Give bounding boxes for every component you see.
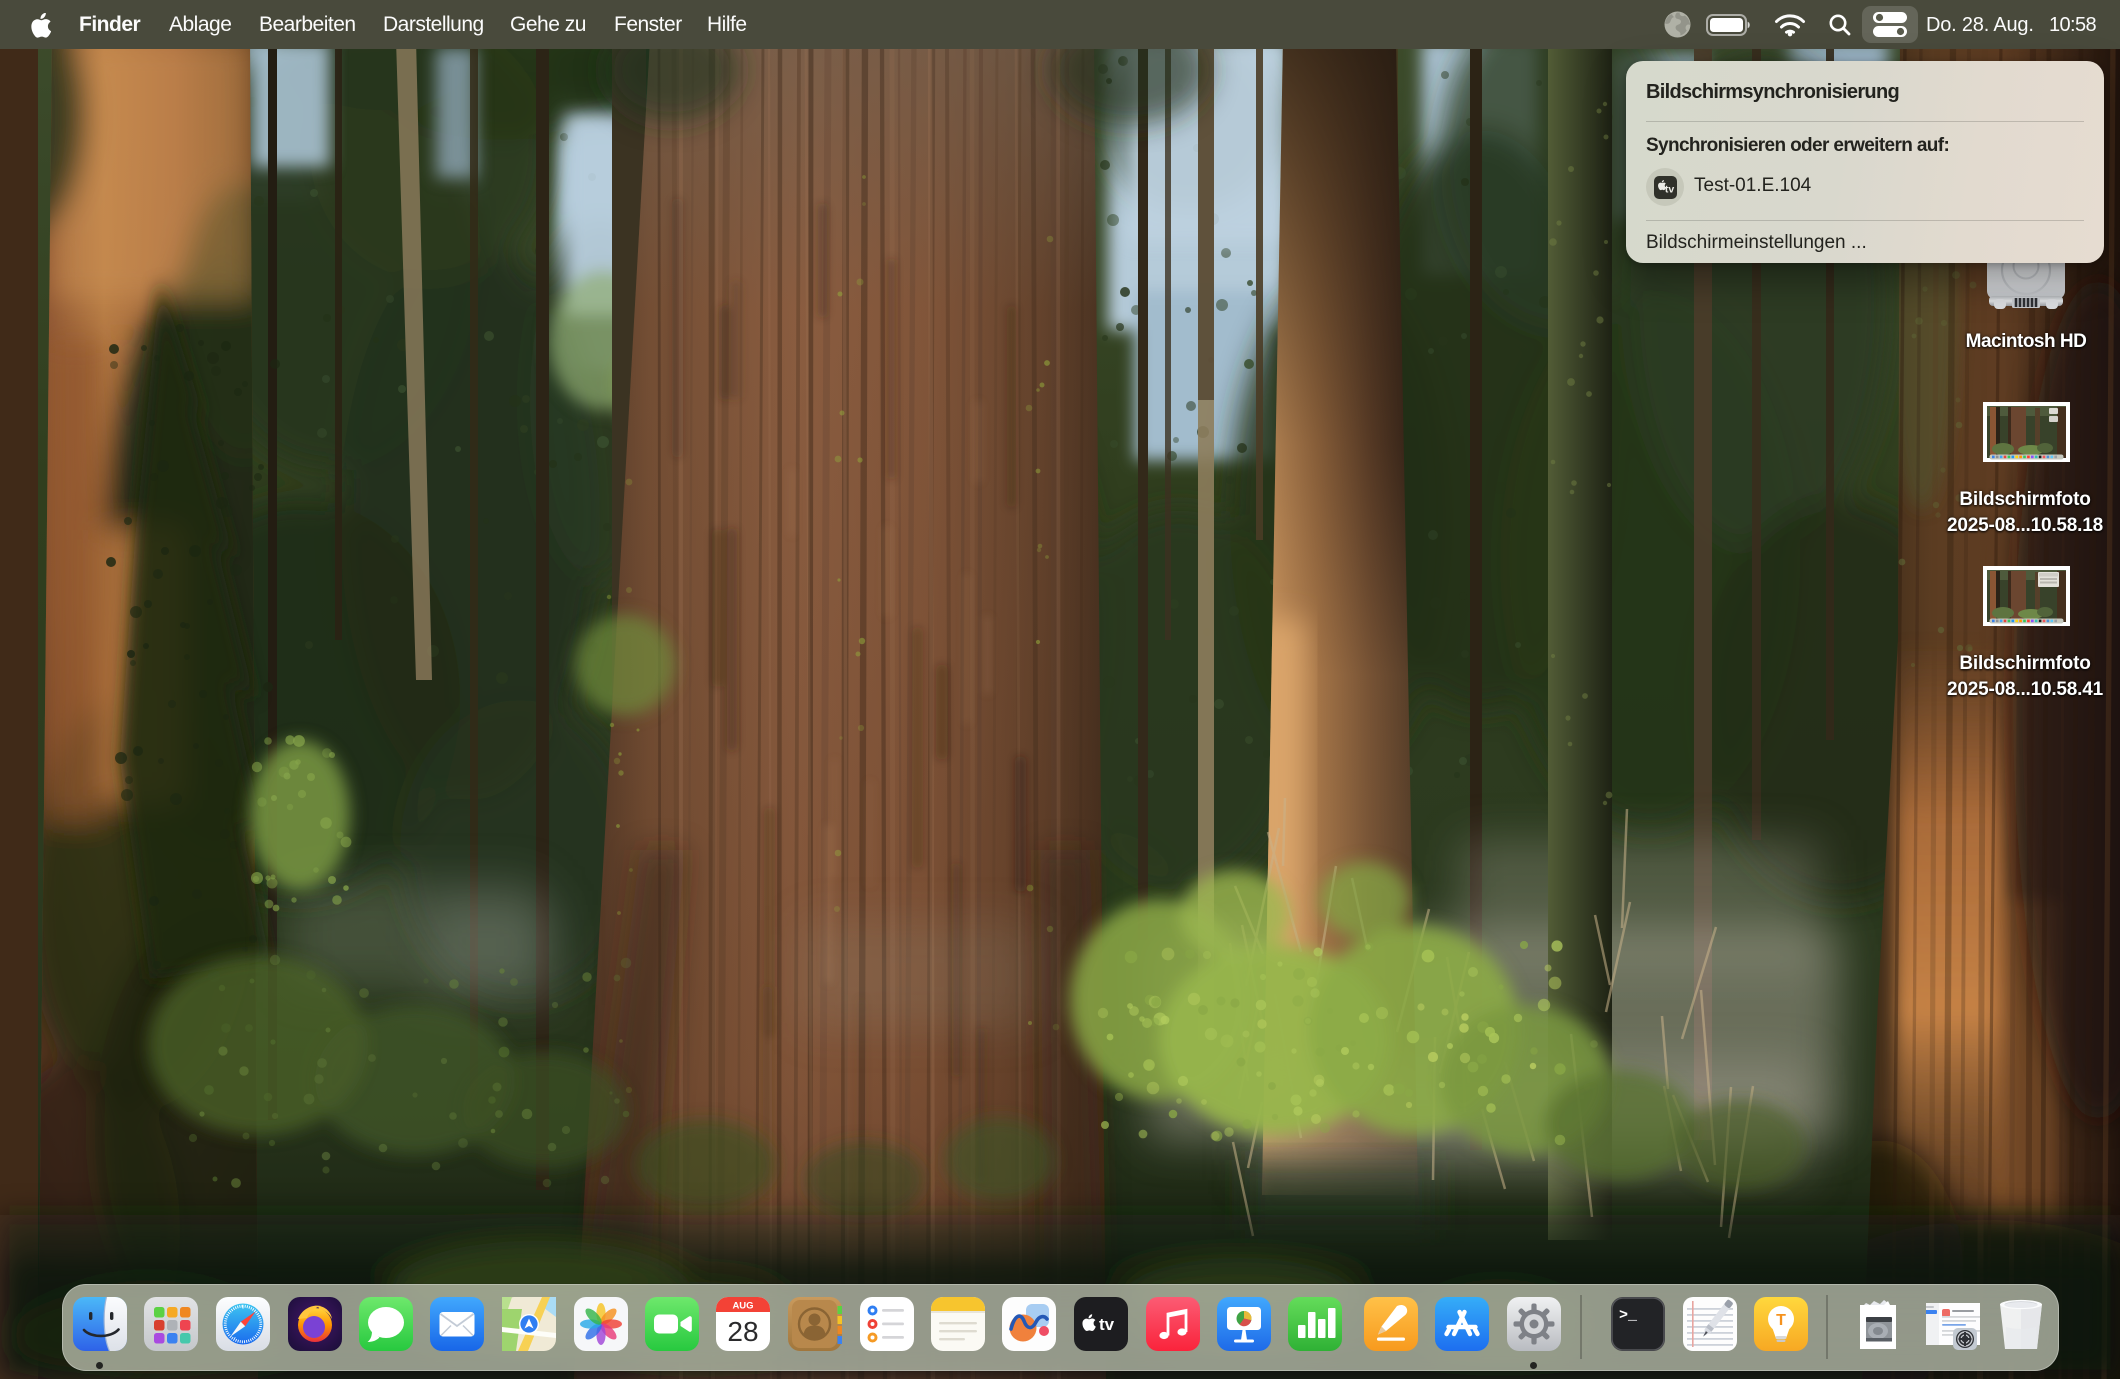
svg-text:tv: tv bbox=[1665, 184, 1674, 196]
svg-text:tv: tv bbox=[1099, 1315, 1115, 1334]
svg-text:28: 28 bbox=[727, 1316, 758, 1347]
svg-text:>_: >_ bbox=[1619, 1307, 1638, 1324]
svg-text:AUG: AUG bbox=[732, 1301, 753, 1312]
svg-text:T: T bbox=[1776, 1312, 1786, 1329]
